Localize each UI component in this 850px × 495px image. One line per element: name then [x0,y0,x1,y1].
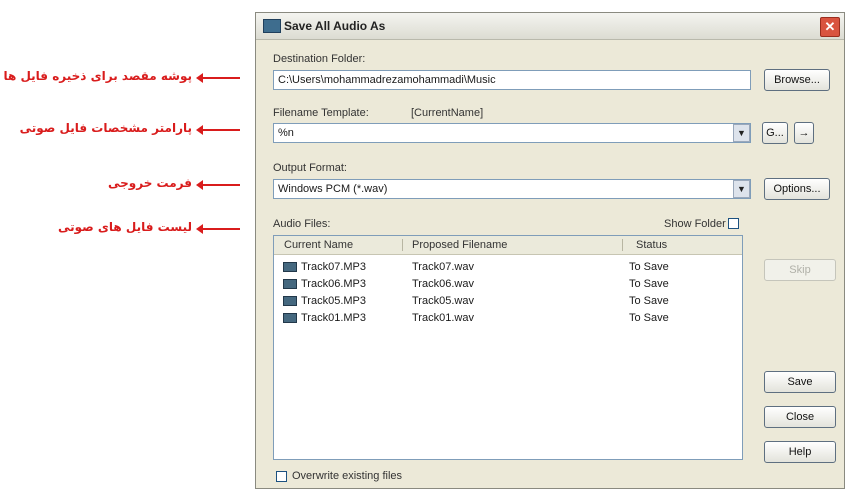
chevron-down-icon[interactable]: ▼ [733,180,750,198]
arrow-icon [196,73,240,83]
annotation-text: لیست فایل های صوتی [57,220,192,234]
column-divider [622,239,623,251]
current-name: Track05.MP3 [301,295,367,307]
column-proposed-filename[interactable]: Proposed Filename [412,236,507,254]
annotation-destination: پوشه مقصد برای ذخیره فایل ها [0,68,250,88]
template-hint: [CurrentName] [411,107,484,119]
list-item[interactable]: Track01.MP3 Track01.wav To Save [274,310,742,326]
annotation-text: پارامتر مشخصات فایل صوتی [19,121,192,135]
status: To Save [629,312,669,324]
column-current-name[interactable]: Current Name [284,236,353,254]
proposed-filename: Track05.wav [412,295,474,307]
format-combo[interactable]: Windows PCM (*.wav) [273,179,751,199]
show-folder-label: Show Folder [664,218,726,230]
audio-file-icon [283,313,297,323]
proposed-filename: Track06.wav [412,278,474,290]
audio-files-list[interactable]: Current Name Proposed Filename Status Tr… [273,235,743,460]
column-status[interactable]: Status [636,236,667,254]
status: To Save [629,278,669,290]
audio-file-icon [283,262,297,272]
close-button[interactable]: Close [764,406,836,428]
proposed-filename: Track07.wav [412,261,474,273]
skip-button[interactable]: Skip [764,259,836,281]
annotation-audio-list: لیست فایل های صوتی [0,219,250,239]
options-button[interactable]: Options... [764,178,830,200]
annotation-template: پارامتر مشخصات فایل صوتی [0,120,250,140]
annotation-text: پوشه مقصد برای ذخیره فایل ها [3,69,192,83]
app-icon [263,19,281,33]
show-folder-checkbox[interactable] [728,218,739,229]
current-name: Track06.MP3 [301,278,367,290]
status: To Save [629,261,669,273]
audio-files-label: Audio Files: [273,218,331,230]
list-item[interactable]: Track06.MP3 Track06.wav To Save [274,276,742,292]
save-all-audio-dialog: Save All Audio As ✕ Destination Folder: … [255,12,845,489]
template-insert-button[interactable]: G... [762,122,788,144]
destination-field[interactable]: C:\Users\mohammadrezamohammadi\Music [273,70,751,90]
template-label: Filename Template: [273,107,369,119]
arrow-icon [196,125,240,135]
current-name: Track01.MP3 [301,312,367,324]
list-item[interactable]: Track07.MP3 Track07.wav To Save [274,259,742,275]
proposed-filename: Track01.wav [412,312,474,324]
annotation-text: فرمت خروجی [108,176,192,190]
overwrite-label: Overwrite existing files [292,470,403,482]
arrow-icon [196,180,240,190]
audio-file-icon [283,279,297,289]
help-button[interactable]: Help [764,441,836,463]
status: To Save [629,295,669,307]
current-name: Track07.MP3 [301,261,367,273]
close-icon[interactable]: ✕ [820,17,840,37]
column-divider [402,239,403,251]
title-bar[interactable]: Save All Audio As ✕ [256,13,844,40]
save-button[interactable]: Save [764,371,836,393]
template-combo[interactable]: %n [273,123,751,143]
chevron-down-icon[interactable]: ▼ [733,124,750,142]
browse-button[interactable]: Browse... [764,69,830,91]
template-arrow-button[interactable]: → [794,122,814,144]
overwrite-checkbox[interactable] [276,471,287,482]
format-label: Output Format: [273,162,347,174]
audio-file-icon [283,296,297,306]
dialog-title: Save All Audio As [284,19,386,33]
list-item[interactable]: Track05.MP3 Track05.wav To Save [274,293,742,309]
list-header: Current Name Proposed Filename Status [274,236,742,255]
destination-label: Destination Folder: [273,53,366,65]
annotation-format: فرمت خروجی [0,175,250,195]
arrow-icon [196,224,240,234]
